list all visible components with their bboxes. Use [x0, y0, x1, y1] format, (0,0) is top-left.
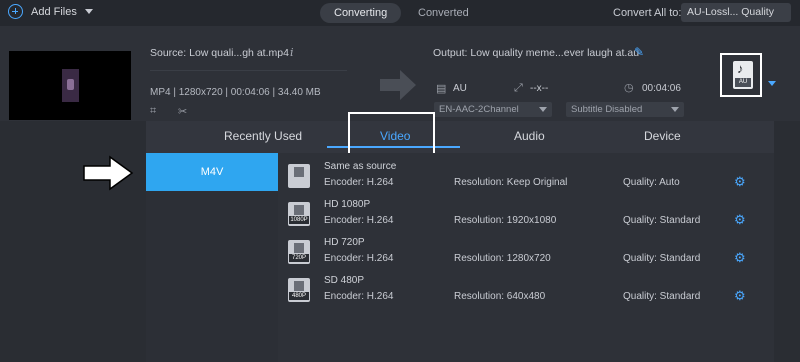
convert-all-label: Convert All to:: [613, 7, 682, 19]
format-badge: AU: [735, 78, 751, 87]
convert-all-select[interactable]: AU-Lossl... Quality: [681, 3, 791, 22]
format-tabs: Recently Used Video Audio Device: [146, 112, 774, 155]
film-icon: [294, 243, 304, 253]
preset-quality: Quality: Standard: [623, 253, 701, 264]
preset-list: Same as source Encoder: H.264 Resolution…: [278, 153, 774, 362]
tab-audio[interactable]: Audio: [514, 129, 545, 143]
top-toolbar: Add Files Converting Converted Convert A…: [0, 0, 800, 26]
format-panel: Recently Used Video Audio Device M4V Sam…: [146, 112, 774, 362]
resolution-badge: 1080P: [289, 216, 309, 224]
subtitle-select[interactable]: Subtitle Disabled: [566, 102, 684, 117]
source-label: Source: Low quali...gh at.mp4: [150, 47, 289, 59]
audio-format-icon: ▤: [436, 83, 447, 95]
edit-effect-icon[interactable]: ✂: [178, 105, 187, 118]
video-thumbnail[interactable]: [9, 51, 131, 120]
gear-icon[interactable]: ⚙: [734, 213, 746, 226]
music-note-icon: ♪: [737, 61, 744, 76]
preset-quality: Quality: Standard: [623, 215, 701, 226]
resolution-badge: 720P: [289, 254, 309, 262]
audio-track-value: EN-AAC-2Channel: [439, 104, 519, 115]
video-preset-icon: 1080P: [288, 202, 310, 226]
preset-resolution: Resolution: 640x480: [454, 291, 546, 302]
divider: [150, 70, 347, 71]
tab-converting[interactable]: Converting: [320, 3, 402, 23]
preset-name: HD 1080P: [324, 199, 371, 210]
info-icon[interactable]: i: [290, 46, 294, 59]
preset-encoder: Encoder: H.264: [324, 291, 394, 302]
file-row: Source: Low quali...gh at.mp4 i MP4 | 12…: [0, 26, 800, 121]
chevron-down-icon: [671, 107, 679, 112]
preset-resolution: Resolution: 1920x1080: [454, 215, 557, 226]
video-tab-highlight: [348, 112, 435, 155]
file-meta: MP4 | 1280x720 | 00:04:06 | 34.40 MB: [150, 87, 321, 98]
preset-encoder: Encoder: H.264: [324, 253, 394, 264]
list-item[interactable]: Same as source Encoder: H.264 Resolution…: [278, 157, 774, 195]
add-files-label: Add Files: [31, 5, 77, 18]
preset-name: Same as source: [324, 161, 397, 172]
add-icon: [8, 4, 23, 19]
preset-name: HD 720P: [324, 237, 365, 248]
preset-encoder: Encoder: H.264: [324, 215, 394, 226]
list-item[interactable]: 480P SD 480P Encoder: H.264 Resolution: …: [278, 271, 774, 309]
chevron-down-icon[interactable]: [768, 81, 776, 86]
tab-device[interactable]: Device: [644, 129, 681, 143]
film-icon: [294, 205, 304, 215]
edit-icon[interactable]: ✎: [634, 45, 644, 59]
film-icon: [294, 167, 304, 177]
video-preset-icon: 480P: [288, 278, 310, 302]
film-icon: [294, 281, 304, 291]
output-resolution: --x--: [530, 83, 549, 94]
gear-icon[interactable]: ⚙: [734, 251, 746, 264]
thumbnail-figure: [62, 69, 79, 102]
preset-name: SD 480P: [324, 275, 365, 286]
audio-format: AU: [453, 83, 467, 94]
list-item[interactable]: 720P HD 720P Encoder: H.264 Resolution: …: [278, 233, 774, 271]
audio-track-select[interactable]: EN-AAC-2Channel: [434, 102, 552, 117]
output-duration: 00:04:06: [642, 83, 681, 94]
arrow-right-icon: [380, 70, 416, 100]
sidebar-item-m4v[interactable]: M4V: [146, 153, 278, 191]
pointer-arrow-icon: [83, 155, 134, 191]
cut-icon[interactable]: ⌗: [150, 105, 156, 118]
add-files-button[interactable]: Add Files: [8, 4, 93, 19]
preset-quality: Quality: Standard: [623, 291, 701, 302]
preset-encoder: Encoder: H.264: [324, 177, 394, 188]
clock-icon: ◷: [624, 82, 634, 94]
preset-resolution: Resolution: Keep Original: [454, 177, 568, 188]
chevron-down-icon: [539, 107, 547, 112]
chevron-down-icon[interactable]: [84, 9, 93, 14]
list-item[interactable]: 1080P HD 1080P Encoder: H.264 Resolution…: [278, 195, 774, 233]
preset-quality: Quality: Auto: [623, 177, 680, 188]
video-preset-icon: [288, 164, 310, 188]
tab-converted[interactable]: Converted: [404, 3, 483, 23]
gear-icon[interactable]: ⚙: [734, 289, 746, 302]
video-preset-icon: 720P: [288, 240, 310, 264]
resize-icon: ⤢: [514, 82, 523, 94]
au-file-icon: ♪ AU: [733, 61, 753, 89]
subtitle-value: Subtitle Disabled: [571, 104, 643, 115]
preset-resolution: Resolution: 1280x720: [454, 253, 551, 264]
tab-recently-used[interactable]: Recently Used: [224, 129, 302, 143]
format-sidebar: M4V: [146, 153, 278, 362]
gear-icon[interactable]: ⚙: [734, 175, 746, 188]
output-label: Output: Low quality meme...ever laugh at…: [433, 47, 640, 59]
output-format-button[interactable]: ♪ AU: [720, 53, 762, 97]
resolution-badge: 480P: [289, 292, 309, 300]
